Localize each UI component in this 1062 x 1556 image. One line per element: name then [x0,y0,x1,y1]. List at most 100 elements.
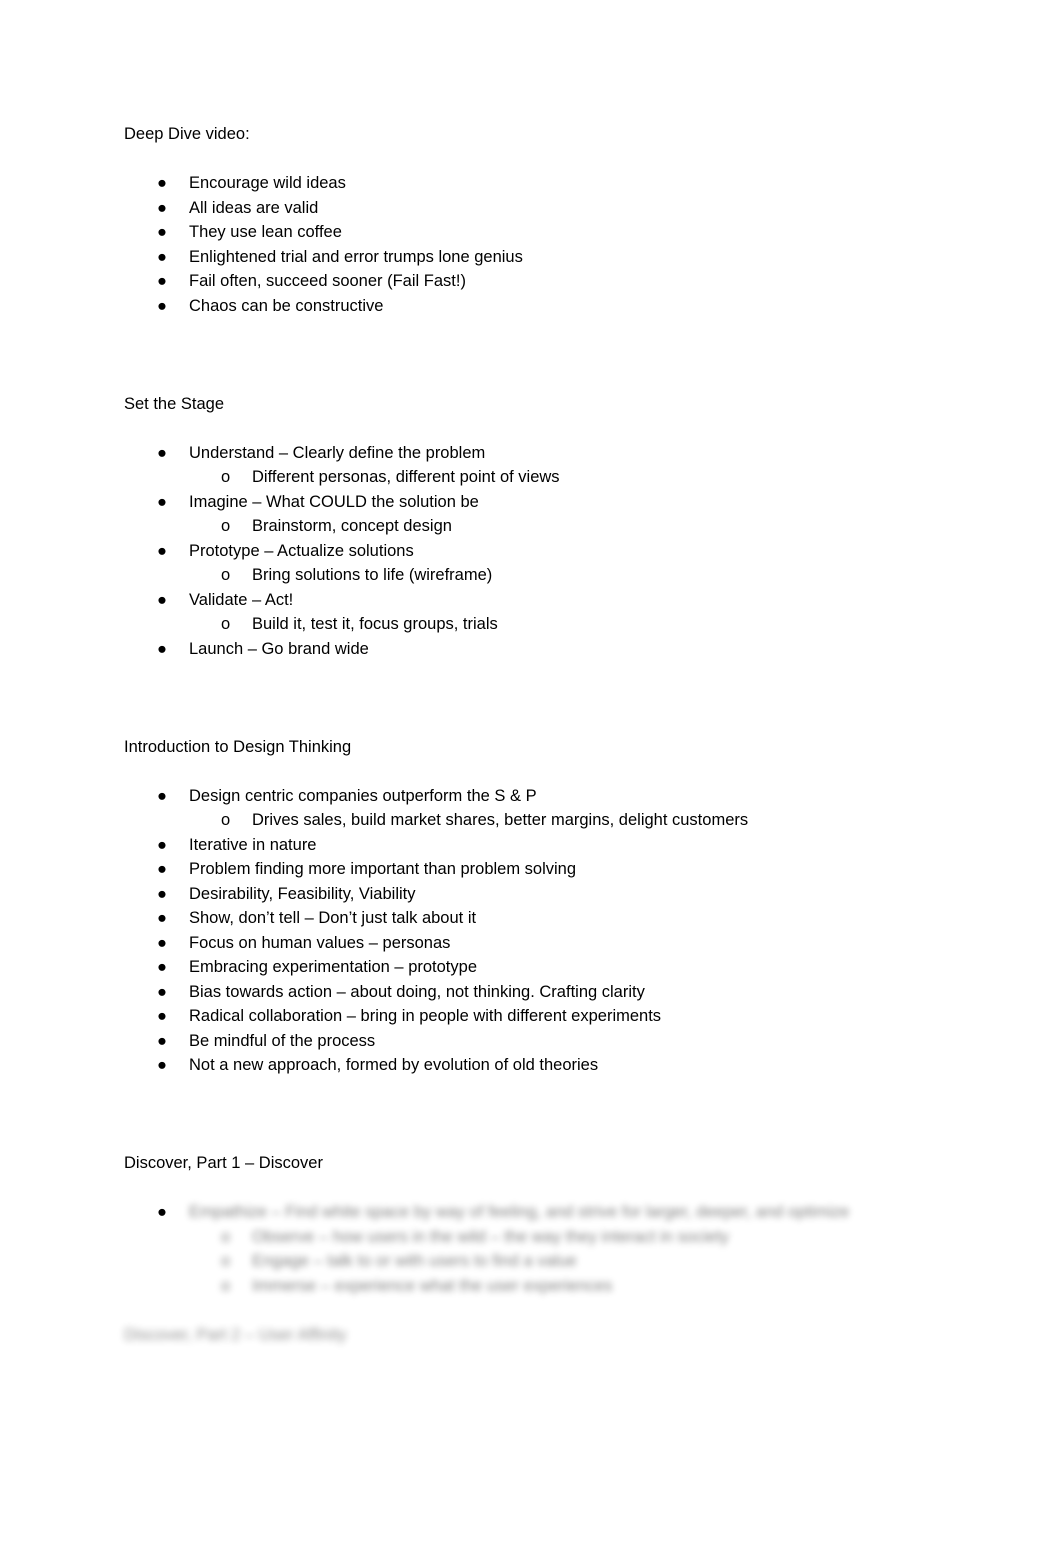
list-item: ● Be mindful of the process [124,1029,944,1054]
sub-list-item-label: Bring solutions to life (wireframe) [252,566,493,584]
list-item: ● Focus on human values – personas [124,931,944,956]
list-item-label: Iterative in nature [189,835,317,854]
list-item-label: Show, don’t tell – Don’t just talk about… [189,909,477,927]
sub-bullet-list: o Build it, test it, focus groups, trial… [124,612,944,637]
list-item-label: Desirability, Feasibility, Viability [189,884,416,903]
list-item: ● Show, don’t tell – Don’t just talk abo… [124,906,944,931]
list-item: ● Validate – Act! [124,588,944,613]
list-item-label: Empathize – Find white space by way of f… [189,1203,850,1221]
sub-list-item-label: Immerse – experience what the user exper… [252,1276,613,1295]
list-item: ● Fail often, succeed sooner (Fail Fast!… [124,269,944,294]
list-item-label: All ideas are valid [189,198,319,217]
sub-list-item-label: Build it, test it, focus groups, trials [252,615,498,633]
bullet-marker-icon: ● [157,835,167,854]
list-item: ● Design centric companies outperform th… [124,784,944,809]
sub-list-item: o Bring solutions to life (wireframe) [124,563,944,588]
sub-bullet-list: o Drives sales, build market shares, bet… [124,808,944,833]
list-item-label: Understand – Clearly define the problem [189,443,486,462]
list-item-label: Prototype – Actualize solutions [189,541,414,560]
section-set-the-stage: Set the Stage ● Understand – Clearly def… [124,392,944,662]
sub-bullet-marker-icon: o [221,517,231,535]
sub-list-item-label: Brainstorm, concept design [252,517,452,535]
list-item: ● Problem finding more important than pr… [124,857,944,882]
bullet-list: ● Empathize – Find white space by way of… [124,1200,944,1298]
bullet-marker-icon: ● [157,639,167,658]
sub-list-item: o Immerse – experience what the user exp… [124,1274,944,1299]
sub-bullet-list: o Different personas, different point of… [124,465,944,490]
bullet-marker-icon: ● [157,541,167,560]
sub-list-item: o Engage – talk to or with users to find… [124,1249,944,1274]
bullet-marker-icon: ● [157,198,167,217]
bullet-marker-icon: ● [157,492,167,511]
sub-bullet-list: o Observe – how users in the wild – the … [124,1225,944,1299]
sub-list-item-label: Drives sales, build market shares, bette… [252,811,749,829]
bullet-marker-icon: ● [157,247,167,266]
list-item-label: Enlightened trial and error trumps lone … [189,247,523,266]
sub-list-item: o Different personas, different point of… [124,465,944,490]
list-item: ● Prototype – Actualize solutions [124,539,944,564]
section-heading: Set the Stage [124,394,224,413]
list-item-label: They use lean coffee [189,223,342,241]
list-item: ● Launch – Go brand wide [124,637,944,662]
sub-bullet-marker-icon: o [221,811,231,829]
bullet-marker-icon: ● [157,174,167,192]
bullet-marker-icon: ● [157,860,167,878]
list-item-label: Fail often, succeed sooner (Fail Fast!) [189,272,466,290]
sub-bullet-marker-icon: o [221,1276,231,1295]
sub-bullet-list: o Brainstorm, concept design [124,514,944,539]
list-item-label: Launch – Go brand wide [189,639,369,658]
list-item: ● Empathize – Find white space by way of… [124,1200,944,1225]
bullet-marker-icon: ● [157,909,167,927]
sub-list-item: o Drives sales, build market shares, bet… [124,808,944,833]
list-item: ● Not a new approach, formed by evolutio… [124,1053,944,1078]
section-deep-dive-video: Deep Dive video: ● Encourage wild ideas … [124,122,944,318]
list-item-label: Problem finding more important than prob… [189,860,577,878]
document-page: Deep Dive video: ● Encourage wild ideas … [0,0,1062,1556]
list-item-label: Design centric companies outperform the … [189,786,537,805]
bullet-marker-icon: ● [157,933,167,952]
list-item-label: Not a new approach, formed by evolution … [189,1056,599,1074]
section-introduction-to-design-thinking: Introduction to Design Thinking ● Design… [124,735,944,1078]
list-item-label: Embracing experimentation – prototype [189,958,477,976]
list-item: ● Radical collaboration – bring in peopl… [124,1004,944,1029]
list-item: ● Desirability, Feasibility, Viability [124,882,944,907]
sub-bullet-marker-icon: o [221,615,231,633]
sub-bullet-list: o Bring solutions to life (wireframe) [124,563,944,588]
sub-bullet-marker-icon: o [221,1252,231,1270]
bullet-marker-icon: ● [157,1007,167,1025]
list-item: ● They use lean coffee [124,220,944,245]
list-item-label: Validate – Act! [189,590,294,609]
list-item-label: Bias towards action – about doing, not t… [189,982,645,1001]
list-item-label: Chaos can be constructive [189,296,384,315]
sub-list-item: o Brainstorm, concept design [124,514,944,539]
list-item: ● Imagine – What COULD the solution be [124,490,944,515]
bullet-list: ● Encourage wild ideas ● All ideas are v… [124,171,944,318]
sub-list-item-label: Engage – talk to or with users to find a… [252,1252,577,1270]
list-item-label: Radical collaboration – bring in people … [189,1007,662,1025]
sub-list-item: o Observe – how users in the wild – the … [124,1225,944,1250]
section-heading: Discover, Part 1 – Discover [124,1154,323,1172]
bullet-list: ● Understand – Clearly define the proble… [124,441,944,662]
list-item-label: Focus on human values – personas [189,933,451,952]
document-body: Deep Dive video: ● Encourage wild ideas … [124,122,944,1347]
bullet-marker-icon: ● [157,443,167,462]
list-item: ● All ideas are valid [124,196,944,221]
section-heading-discover-part-2: Discover, Part 2 – User Affinity [124,1325,347,1344]
bullet-marker-icon: ● [157,1056,167,1074]
bullet-marker-icon: ● [157,223,167,241]
section-heading: Introduction to Design Thinking [124,737,352,756]
bullet-marker-icon: ● [157,884,167,903]
list-item-label: Imagine – What COULD the solution be [189,492,479,511]
